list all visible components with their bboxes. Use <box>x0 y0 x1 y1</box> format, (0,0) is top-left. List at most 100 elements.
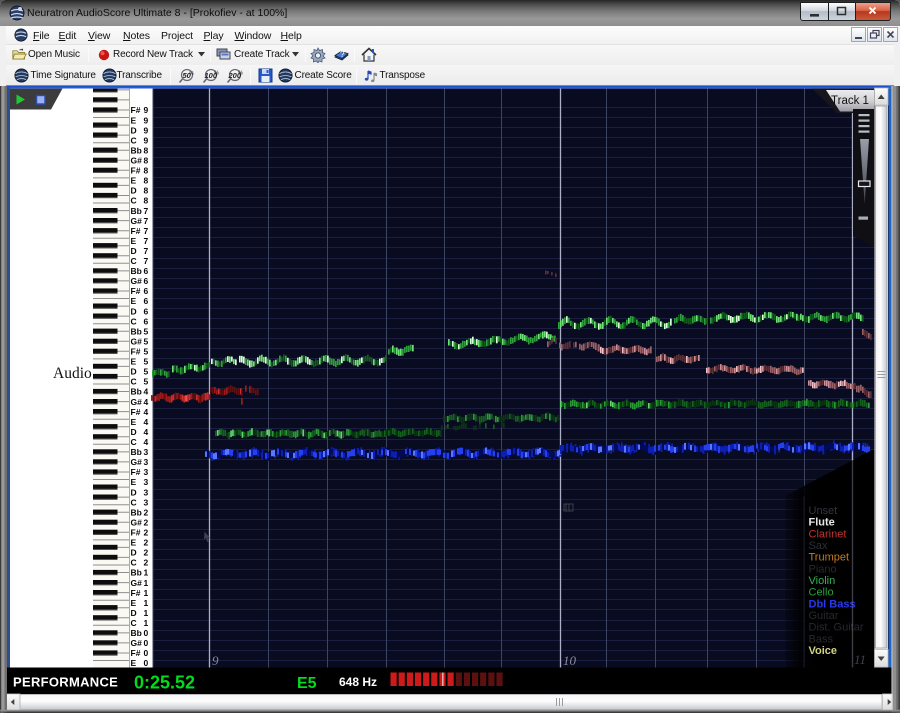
svg-text:6: 6 <box>144 276 149 286</box>
svg-text:G#: G# <box>131 517 143 527</box>
svg-text:5: 5 <box>144 347 149 357</box>
svg-text:?: ? <box>340 50 345 59</box>
svg-text:1: 1 <box>144 568 149 578</box>
svg-text:F#: F# <box>131 166 141 176</box>
svg-text:8: 8 <box>144 166 149 176</box>
svg-text:Track 1: Track 1 <box>831 95 869 107</box>
svg-text:E: E <box>131 236 137 246</box>
svg-text:2: 2 <box>144 517 149 527</box>
svg-text:F#: F# <box>131 105 141 115</box>
svg-text:8: 8 <box>144 155 149 165</box>
svg-text:2: 2 <box>144 528 149 538</box>
svg-text:Bb: Bb <box>131 266 142 276</box>
svg-text:F#: F# <box>131 407 141 417</box>
svg-text:Piano: Piano <box>809 563 837 575</box>
svg-text:D: D <box>131 427 137 437</box>
svg-text:%: % <box>189 71 194 77</box>
svg-text:5: 5 <box>144 336 149 346</box>
svg-text:F#: F# <box>131 648 141 658</box>
svg-text:E: E <box>131 176 137 186</box>
svg-text:C: C <box>131 256 137 266</box>
svg-text:8: 8 <box>144 196 149 206</box>
svg-text:E: E <box>131 115 137 125</box>
svg-text:Bb: Bb <box>131 447 142 457</box>
svg-text:F#: F# <box>131 588 141 598</box>
svg-text:7: 7 <box>144 246 149 256</box>
svg-text:10: 10 <box>563 653 577 668</box>
svg-text:Bb: Bb <box>131 387 142 397</box>
svg-text:3: 3 <box>144 477 149 487</box>
svg-text:6: 6 <box>144 296 149 306</box>
svg-text:D: D <box>131 246 137 256</box>
svg-text:D: D <box>131 608 137 618</box>
svg-text:0: 0 <box>144 658 149 668</box>
svg-text:4: 4 <box>144 387 149 397</box>
svg-text:C: C <box>131 618 137 628</box>
svg-text:5: 5 <box>144 326 149 336</box>
svg-text:Bb: Bb <box>131 507 142 517</box>
svg-text:PERFORMANCE: PERFORMANCE <box>13 675 118 690</box>
svg-text:C: C <box>131 135 137 145</box>
svg-text:C: C <box>131 377 137 387</box>
svg-text:3: 3 <box>144 497 149 507</box>
svg-text:G#: G# <box>131 276 143 286</box>
svg-text:G#: G# <box>131 155 143 165</box>
svg-text:D: D <box>131 487 137 497</box>
svg-text:2: 2 <box>144 558 149 568</box>
svg-text:E: E <box>131 357 137 367</box>
svg-text:Voice: Voice <box>809 645 838 657</box>
svg-text:3: 3 <box>144 487 149 497</box>
svg-text:4: 4 <box>144 407 149 417</box>
svg-text:Bass: Bass <box>809 633 834 645</box>
svg-text:F#: F# <box>131 347 141 357</box>
svg-text:3: 3 <box>144 467 149 477</box>
svg-text:6: 6 <box>144 266 149 276</box>
svg-text:Bb: Bb <box>131 568 142 578</box>
svg-text:7: 7 <box>144 226 149 236</box>
svg-text:G#: G# <box>131 578 143 588</box>
svg-text:5: 5 <box>144 377 149 387</box>
svg-text:Cello: Cello <box>809 587 834 599</box>
svg-text:6: 6 <box>144 306 149 316</box>
svg-text:E: E <box>131 477 137 487</box>
svg-text:G#: G# <box>131 216 143 226</box>
svg-text:6: 6 <box>144 316 149 326</box>
svg-text:5: 5 <box>144 357 149 367</box>
svg-text:C: C <box>131 316 137 326</box>
svg-text:E: E <box>131 417 137 427</box>
svg-text:Guitar: Guitar <box>809 610 839 622</box>
svg-text:G#: G# <box>131 336 143 346</box>
svg-text:E: E <box>131 658 137 668</box>
svg-text:7: 7 <box>144 256 149 266</box>
svg-text:1: 1 <box>144 608 149 618</box>
svg-text:Audio: Audio <box>53 365 92 382</box>
svg-text:4: 4 <box>144 397 149 407</box>
svg-text:G#: G# <box>131 638 143 648</box>
svg-text:C: C <box>131 497 137 507</box>
svg-text:1: 1 <box>144 588 149 598</box>
svg-text:E5: E5 <box>297 675 317 692</box>
svg-text:0: 0 <box>144 628 149 638</box>
svg-text:D: D <box>131 125 137 135</box>
svg-text:8: 8 <box>144 145 149 155</box>
svg-text:2: 2 <box>144 507 149 517</box>
svg-text:C: C <box>131 196 137 206</box>
svg-text:5: 5 <box>144 367 149 377</box>
svg-text:E: E <box>131 296 137 306</box>
svg-text:Dbl Bass: Dbl Bass <box>809 598 856 610</box>
svg-text:D: D <box>131 367 137 377</box>
svg-text:9: 9 <box>144 115 149 125</box>
svg-text:9: 9 <box>144 105 149 115</box>
svg-text:C: C <box>131 437 137 447</box>
svg-text:E: E <box>131 598 137 608</box>
svg-text:Flute: Flute <box>809 517 835 529</box>
svg-text:D: D <box>131 548 137 558</box>
svg-text:8: 8 <box>144 186 149 196</box>
svg-text:648 Hz: 648 Hz <box>339 675 377 689</box>
svg-text:0: 0 <box>144 638 149 648</box>
svg-text:F#: F# <box>131 467 141 477</box>
svg-text:8: 8 <box>144 176 149 186</box>
svg-text:4: 4 <box>144 417 149 427</box>
svg-text:D: D <box>131 306 137 316</box>
svg-text:9: 9 <box>144 135 149 145</box>
